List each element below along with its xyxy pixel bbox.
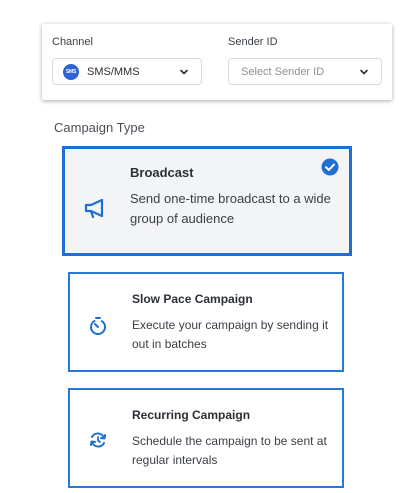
campaign-type-label: Campaign Type [54, 120, 145, 135]
campaign-option-description: Send one-time broadcast to a wide group … [130, 191, 331, 227]
channel-sender-panel: Channel Sender ID SMS SMS/MMS Select Sen… [42, 24, 392, 100]
chevron-down-icon [360, 69, 368, 74]
channel-select-value: SMS/MMS [87, 65, 140, 78]
campaign-option-title: Recurring Campaign [132, 408, 251, 422]
channel-select[interactable]: SMS SMS/MMS [52, 58, 202, 85]
campaign-option-recurring[interactable]: Recurring Campaign Schedule the campaign… [68, 388, 344, 488]
timer-icon [90, 317, 106, 335]
campaign-option-description: Schedule the campaign to be sent at regu… [132, 434, 327, 467]
megaphone-icon [84, 198, 104, 219]
check-circle-icon [321, 158, 339, 176]
sender-id-placeholder: Select Sender ID [241, 65, 325, 78]
channel-label: Channel [52, 36, 93, 48]
campaign-option-title: Slow Pace Campaign [132, 292, 253, 306]
sms-icon: SMS [63, 63, 79, 80]
recurring-icon [90, 432, 106, 448]
campaign-option-broadcast[interactable]: Broadcast Send one-time broadcast to a w… [62, 146, 352, 256]
campaign-option-slow-pace[interactable]: Slow Pace Campaign Execute your campaign… [68, 272, 344, 372]
sender-id-select[interactable]: Select Sender ID [228, 58, 382, 85]
campaign-option-description: Execute your campaign by sending it out … [132, 318, 329, 351]
campaign-option-title: Broadcast [130, 165, 194, 180]
chevron-down-icon [180, 69, 188, 74]
sender-id-label: Sender ID [228, 36, 278, 48]
